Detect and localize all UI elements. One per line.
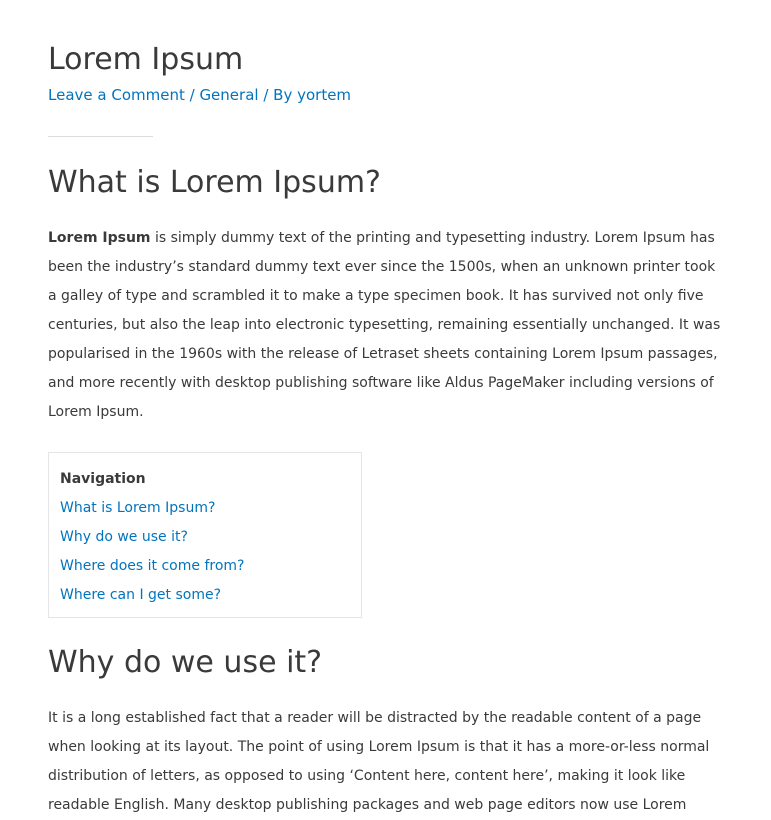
navigation-item: What is Lorem Ipsum?	[60, 494, 350, 523]
navigation-item: Where can I get some?	[60, 581, 350, 610]
navigation-item: Why do we use it?	[60, 523, 350, 552]
nav-link-where-get[interactable]: Where can I get some?	[60, 587, 221, 603]
section-paragraph-what-is: Lorem Ipsum is simply dummy text of the …	[48, 224, 728, 427]
navigation-box: Navigation What is Lorem Ipsum? Why do w…	[48, 452, 362, 618]
navigation-heading: Navigation	[60, 471, 146, 487]
navigation-list: What is Lorem Ipsum? Why do we use it? W…	[60, 494, 350, 610]
meta-separator: /	[184, 86, 200, 104]
title-divider	[48, 136, 153, 137]
leave-comment-link[interactable]: Leave a Comment	[48, 86, 185, 104]
nav-link-what-is[interactable]: What is Lorem Ipsum?	[60, 500, 215, 516]
nav-link-why-use[interactable]: Why do we use it?	[60, 529, 188, 545]
navigation-item: Where does it come from?	[60, 552, 350, 581]
bold-lead: Lorem Ipsum	[48, 230, 151, 246]
section-paragraph-why-use: It is a long established fact that a rea…	[48, 710, 710, 813]
category-link[interactable]: General	[199, 86, 258, 104]
section-heading-why-use: Why do we use it?	[48, 645, 323, 680]
post-title: Lorem Ipsum	[48, 42, 244, 77]
author-link[interactable]: yortem	[297, 86, 351, 104]
nav-link-where-from[interactable]: Where does it come from?	[60, 558, 244, 574]
section-heading-what-is: What is Lorem Ipsum?	[48, 165, 381, 200]
post-meta: Leave a Comment / General / By yortem	[48, 84, 351, 106]
paragraph-text: is simply dummy text of the printing and…	[48, 230, 721, 420]
author-prefix: / By	[258, 86, 298, 104]
